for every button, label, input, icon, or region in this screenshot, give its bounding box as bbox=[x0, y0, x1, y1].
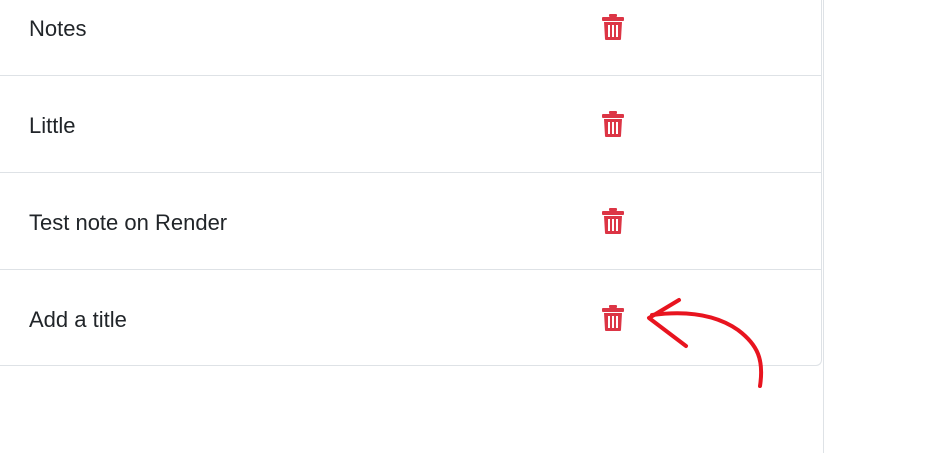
note-title[interactable]: Little bbox=[29, 113, 75, 139]
note-row[interactable]: Test note on Render bbox=[0, 173, 821, 270]
note-list: Notes Little Test note on Render Add a t… bbox=[0, 0, 822, 366]
delete-note-button[interactable] bbox=[598, 303, 628, 333]
delete-note-button[interactable] bbox=[598, 12, 628, 42]
note-row[interactable]: Notes bbox=[0, 0, 821, 76]
note-title[interactable]: Test note on Render bbox=[29, 210, 227, 236]
trash-icon[interactable] bbox=[602, 111, 624, 137]
trash-icon[interactable] bbox=[602, 14, 624, 40]
trash-icon[interactable] bbox=[602, 208, 624, 234]
note-row[interactable]: Add a title bbox=[0, 270, 821, 367]
delete-note-button[interactable] bbox=[598, 109, 628, 139]
trash-icon[interactable] bbox=[602, 305, 624, 331]
notes-page: Notes Little Test note on Render Add a t… bbox=[0, 0, 935, 453]
note-title[interactable]: Add a title bbox=[29, 307, 127, 333]
note-title[interactable]: Notes bbox=[29, 16, 86, 42]
note-row[interactable]: Little bbox=[0, 76, 821, 173]
panel-divider bbox=[823, 0, 824, 453]
delete-note-button[interactable] bbox=[598, 206, 628, 236]
